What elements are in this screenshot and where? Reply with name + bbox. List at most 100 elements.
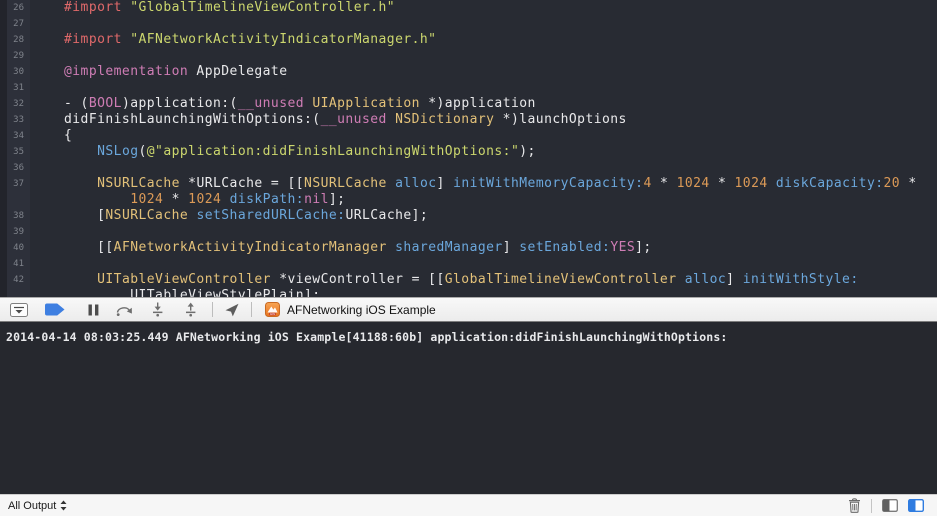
- code-token: UITableViewStylePlain];: [64, 288, 321, 297]
- code-token: *URLCache = [[: [180, 176, 304, 191]
- hide-debug-area-button[interactable]: [6, 298, 32, 321]
- code-row: 31: [0, 80, 937, 96]
- code-token: *: [652, 176, 677, 191]
- code-line-text[interactable]: - (BOOL)application:(__unused UIApplicat…: [30, 96, 536, 112]
- line-number[interactable]: 31: [0, 80, 30, 96]
- toggle-variables-view-button[interactable]: [882, 499, 898, 512]
- code-line-text[interactable]: [30, 224, 64, 240]
- code-row: 26#import "GlobalTimelineViewController.…: [0, 0, 937, 16]
- code-line-text[interactable]: 1024 * 1024 diskPath:nil];: [30, 192, 345, 208]
- code-row: 35 NSLog(@"application:didFinishLaunchin…: [0, 144, 937, 160]
- code-line-text[interactable]: @implementation AppDelegate: [30, 64, 287, 80]
- code-token: [122, 32, 130, 47]
- svg-text:AFN: AFN: [270, 312, 275, 316]
- code-token: setSharedURLCache:: [196, 208, 345, 223]
- step-over-button[interactable]: [108, 298, 140, 321]
- toggle-console-view-button[interactable]: [908, 499, 924, 512]
- code-row: 33didFinishLaunchingWithOptions:(__unuse…: [0, 112, 937, 128]
- code-token: [64, 144, 97, 159]
- line-number[interactable]: 33: [0, 112, 30, 128]
- line-number[interactable]: 39: [0, 224, 30, 240]
- line-number[interactable]: 42: [0, 272, 30, 288]
- line-number[interactable]: 41: [0, 256, 30, 272]
- code-token: *)launchOptions: [494, 112, 626, 127]
- code-line-text[interactable]: [30, 256, 64, 272]
- output-filter-select[interactable]: All Output: [8, 500, 67, 512]
- step-over-icon: [115, 303, 133, 317]
- code-line-text[interactable]: [30, 160, 64, 176]
- code-line-text[interactable]: NSLog(@"application:didFinishLaunchingWi…: [30, 144, 536, 160]
- line-number[interactable]: [0, 288, 30, 297]
- code-token: 1024: [130, 192, 163, 207]
- code-token: initWithStyle:: [743, 272, 859, 287]
- code-line-text[interactable]: UITableViewController *viewController = …: [30, 272, 859, 288]
- console-view-icon: [908, 499, 924, 512]
- line-number[interactable]: 37: [0, 176, 30, 192]
- code-token: __unused: [321, 112, 387, 127]
- code-token: *: [710, 176, 735, 191]
- line-number[interactable]: 40: [0, 240, 30, 256]
- line-number[interactable]: 29: [0, 48, 30, 64]
- code-token: "AFNetworkActivityIndicatorManager.h": [130, 32, 436, 47]
- breakpoints-toggle-button[interactable]: [32, 298, 78, 321]
- step-out-button[interactable]: [174, 298, 206, 321]
- code-line-text[interactable]: [30, 48, 64, 64]
- code-token: *: [163, 192, 188, 207]
- step-into-button[interactable]: [140, 298, 174, 321]
- code-token: alloc: [395, 176, 436, 191]
- code-line-text[interactable]: [[AFNetworkActivityIndicatorManager shar…: [30, 240, 652, 256]
- line-number[interactable]: 26: [0, 0, 30, 16]
- code-line-text[interactable]: didFinishLaunchingWithOptions:(__unused …: [30, 112, 627, 128]
- code-line-text[interactable]: [30, 16, 64, 32]
- line-number[interactable]: 30: [0, 64, 30, 80]
- code-line-text[interactable]: UITableViewStylePlain];: [30, 288, 321, 297]
- line-number[interactable]: 32: [0, 96, 30, 112]
- code-line-text[interactable]: [NSURLCache setSharedURLCache:URLCache];: [30, 208, 428, 224]
- code-token: __unused: [238, 96, 304, 111]
- code-token: diskCapacity:: [776, 176, 884, 191]
- code-token: initWithMemoryCapacity:: [453, 176, 643, 191]
- line-number[interactable]: 36: [0, 160, 30, 176]
- code-token: ];: [635, 240, 652, 255]
- code-token: [387, 240, 395, 255]
- code-line-text[interactable]: NSURLCache *URLCache = [[NSURLCache allo…: [30, 176, 917, 192]
- code-row: 29: [0, 48, 937, 64]
- code-token: [122, 0, 130, 15]
- step-out-icon: [184, 302, 197, 317]
- code-token: [387, 176, 395, 191]
- line-number[interactable]: 35: [0, 144, 30, 160]
- code-token: sharedManager: [395, 240, 503, 255]
- code-line-text[interactable]: #import "AFNetworkActivityIndicatorManag…: [30, 32, 436, 48]
- code-row: 36: [0, 160, 937, 176]
- code-token: AppDelegate: [188, 64, 287, 79]
- code-token: *)application: [420, 96, 536, 111]
- code-editor[interactable]: 26#import "GlobalTimelineViewController.…: [0, 0, 937, 297]
- line-number[interactable]: 28: [0, 32, 30, 48]
- code-token: NSURLCache: [105, 208, 188, 223]
- console-output[interactable]: 2014-04-14 08:03:25.449 AFNetworking iOS…: [0, 322, 937, 494]
- code-token: UITableViewController: [97, 272, 271, 287]
- code-token: UIApplication: [312, 96, 420, 111]
- toolbar-separator: [251, 302, 252, 317]
- code-token: 1024: [677, 176, 710, 191]
- variables-view-icon: [882, 499, 898, 512]
- code-token: [676, 272, 684, 287]
- pause-button[interactable]: [78, 298, 108, 321]
- clear-console-button[interactable]: [848, 498, 861, 513]
- line-number[interactable]: [0, 192, 30, 208]
- line-number[interactable]: 27: [0, 16, 30, 32]
- code-token: nil: [304, 192, 329, 207]
- code-line-text[interactable]: #import "GlobalTimelineViewController.h": [30, 0, 395, 16]
- code-line-text[interactable]: {: [30, 128, 72, 144]
- code-token: [768, 176, 776, 191]
- code-line-text[interactable]: [30, 80, 64, 96]
- line-number[interactable]: 34: [0, 128, 30, 144]
- code-token: #import: [64, 32, 122, 47]
- debug-toolbar: AFN AFNetworking iOS Example: [0, 297, 937, 322]
- simulate-location-button[interactable]: [219, 298, 245, 321]
- code-token: ]: [503, 240, 520, 255]
- code-row: UITableViewStylePlain];: [0, 288, 937, 297]
- code-row: 40 [[AFNetworkActivityIndicatorManager s…: [0, 240, 937, 256]
- line-number[interactable]: 38: [0, 208, 30, 224]
- code-token: YES: [610, 240, 635, 255]
